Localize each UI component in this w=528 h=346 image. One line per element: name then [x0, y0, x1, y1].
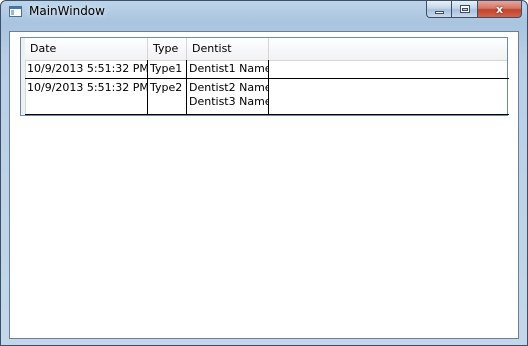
minimize-button[interactable] — [426, 1, 452, 18]
close-icon: x — [495, 2, 504, 16]
cell-type[interactable]: Type1 — [148, 60, 187, 78]
cell-dentist[interactable]: Dentist1 Name — [187, 60, 269, 78]
title-bar[interactable]: MainWindow x — [1, 1, 527, 23]
row-divider — [25, 114, 509, 115]
column-header-type[interactable]: Type — [148, 38, 187, 60]
dentist-name: Dentist1 Name — [189, 62, 269, 75]
dentist-name: Dentist3 Name — [189, 95, 269, 108]
column-header-dentist[interactable]: Dentist — [187, 38, 269, 60]
app-window-icon[interactable] — [9, 6, 22, 17]
client-area: Date Type Dentist 10/9/2013 5:51:32 PM T… — [9, 31, 519, 339]
dentist-name: Dentist2 Name — [189, 81, 269, 94]
maximize-icon — [460, 5, 470, 13]
main-window: MainWindow x Date Type Dentist 10/9/2013… — [0, 0, 528, 346]
cell-dentist[interactable]: Dentist2 Name Dentist3 Name — [187, 79, 269, 114]
cell-type[interactable]: Type2 — [148, 79, 187, 114]
cell-date[interactable]: 10/9/2013 5:51:32 PM — [25, 79, 148, 114]
column-header-date[interactable]: Date — [25, 38, 148, 60]
window-title: MainWindow — [29, 4, 105, 18]
table-row[interactable]: 10/9/2013 5:51:32 PM Type2 Dentist2 Name… — [25, 79, 269, 114]
appointments-datagrid[interactable]: Date Type Dentist 10/9/2013 5:51:32 PM T… — [20, 37, 509, 116]
minimize-icon — [435, 11, 444, 14]
column-header-row: Date Type Dentist — [25, 38, 507, 61]
close-button[interactable]: x — [478, 1, 522, 18]
window-controls: x — [426, 1, 522, 19]
table-row[interactable]: 10/9/2013 5:51:32 PM Type1 Dentist1 Name — [25, 60, 269, 78]
cell-date[interactable]: 10/9/2013 5:51:32 PM — [25, 60, 148, 78]
maximize-button[interactable] — [452, 1, 478, 18]
